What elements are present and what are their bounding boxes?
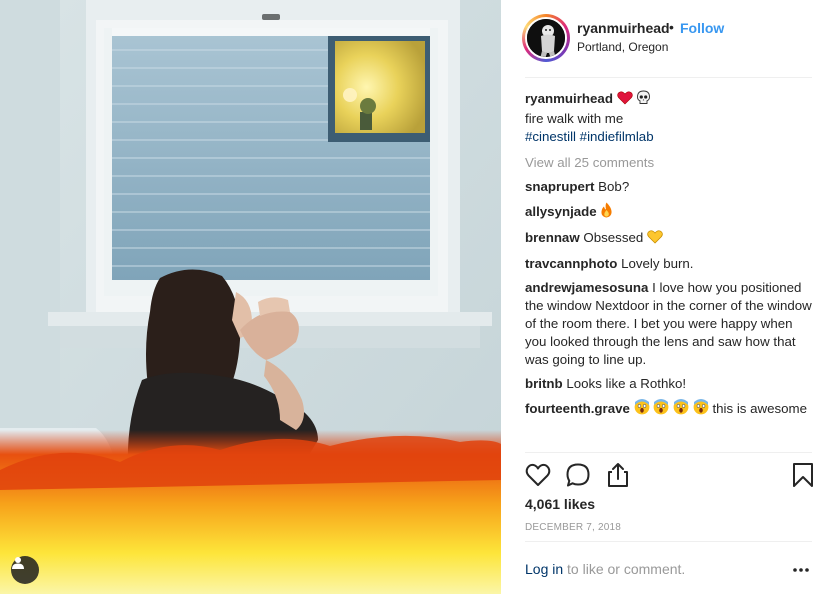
comment-username[interactable]: travcannphoto [525, 256, 617, 271]
comment-text: this is awesome [712, 401, 808, 416]
post-photo[interactable] [0, 0, 501, 594]
skull-icon [636, 90, 651, 110]
comment: britnb Looks like a Rothko! [525, 375, 815, 393]
login-prompt-text: to like or comment. [567, 561, 686, 577]
login-prompt: Log in to like or comment. [525, 561, 685, 577]
like-button[interactable] [523, 460, 553, 490]
comment: fourteenth.grave this is awesome [525, 399, 815, 420]
divider [525, 452, 812, 453]
post-date: DECEMBER 7, 2018 [525, 522, 622, 533]
post-sidebar: ryanmuirhead • Follow Portland, Oregon r… [501, 0, 820, 594]
comment: andrewjamesosuna I love how you position… [525, 279, 815, 369]
caption-hashtags[interactable]: #cinestill #indiefilmlab [525, 128, 815, 146]
comment-username[interactable]: snaprupert [525, 179, 594, 194]
comment-button[interactable] [563, 460, 593, 490]
follow-separator: • [669, 19, 674, 35]
screaming-face-icon [653, 399, 669, 420]
divider [525, 541, 812, 542]
comment-username[interactable]: allysynjade [525, 204, 597, 219]
view-all-comments-link[interactable]: View all 25 comments [525, 154, 815, 172]
heart-outline-icon [525, 463, 551, 486]
follow-button[interactable]: Follow [680, 20, 724, 36]
bookmark-icon [793, 463, 813, 487]
likes-count[interactable]: 4,061 likes [525, 496, 595, 512]
post-header: ryanmuirhead • Follow Portland, Oregon [501, 0, 820, 77]
share-icon [608, 463, 628, 487]
post-location[interactable]: Portland, Oregon [577, 40, 668, 54]
fire-icon [600, 202, 613, 223]
comment: brennaw Obsessed [525, 229, 815, 249]
ellipsis-icon [793, 568, 809, 572]
comment-username[interactable]: fourteenth.grave [525, 401, 630, 416]
comment: travcannphoto Lovely burn. [525, 255, 815, 273]
post-actions-bar [523, 460, 818, 492]
save-button[interactable] [788, 460, 818, 490]
comment-text: Bob? [598, 179, 630, 194]
screaming-face-icon [634, 399, 650, 420]
comment-username[interactable]: britnb [525, 376, 563, 391]
user-tag-button[interactable] [11, 556, 39, 584]
heart-icon [616, 91, 633, 110]
comment-bubble-icon [566, 463, 590, 487]
comment-username[interactable]: brennaw [525, 230, 580, 245]
avatar-figure-icon [527, 19, 565, 57]
comment-username[interactable]: andrewjamesosuna [525, 280, 648, 295]
caption-username[interactable]: ryanmuirhead [525, 91, 613, 106]
comment-text: Obsessed [583, 230, 644, 245]
screaming-face-icon [673, 399, 689, 420]
comment: snaprupert Bob? [525, 178, 815, 196]
post-author-username[interactable]: ryanmuirhead [577, 20, 670, 36]
avatar-story-ring[interactable] [522, 14, 570, 62]
comment-text: Lovely burn. [621, 256, 694, 271]
yellow-heart-icon [647, 230, 663, 249]
divider [525, 77, 812, 78]
comment-text: Looks like a Rothko! [566, 376, 687, 391]
login-link[interactable]: Log in [525, 561, 563, 577]
caption: ryanmuirhead fire walk with me #cinestil… [525, 90, 815, 146]
person-icon [12, 557, 24, 569]
comment: allysynjade [525, 202, 815, 223]
avatar[interactable] [525, 17, 567, 59]
screaming-face-icon [693, 399, 709, 420]
more-options-button[interactable] [791, 560, 811, 580]
share-button[interactable] [603, 460, 633, 490]
comments-list: ryanmuirhead fire walk with me #cinestil… [525, 90, 815, 426]
photo-illustration [0, 0, 501, 594]
caption-text: fire walk with me [525, 111, 624, 126]
